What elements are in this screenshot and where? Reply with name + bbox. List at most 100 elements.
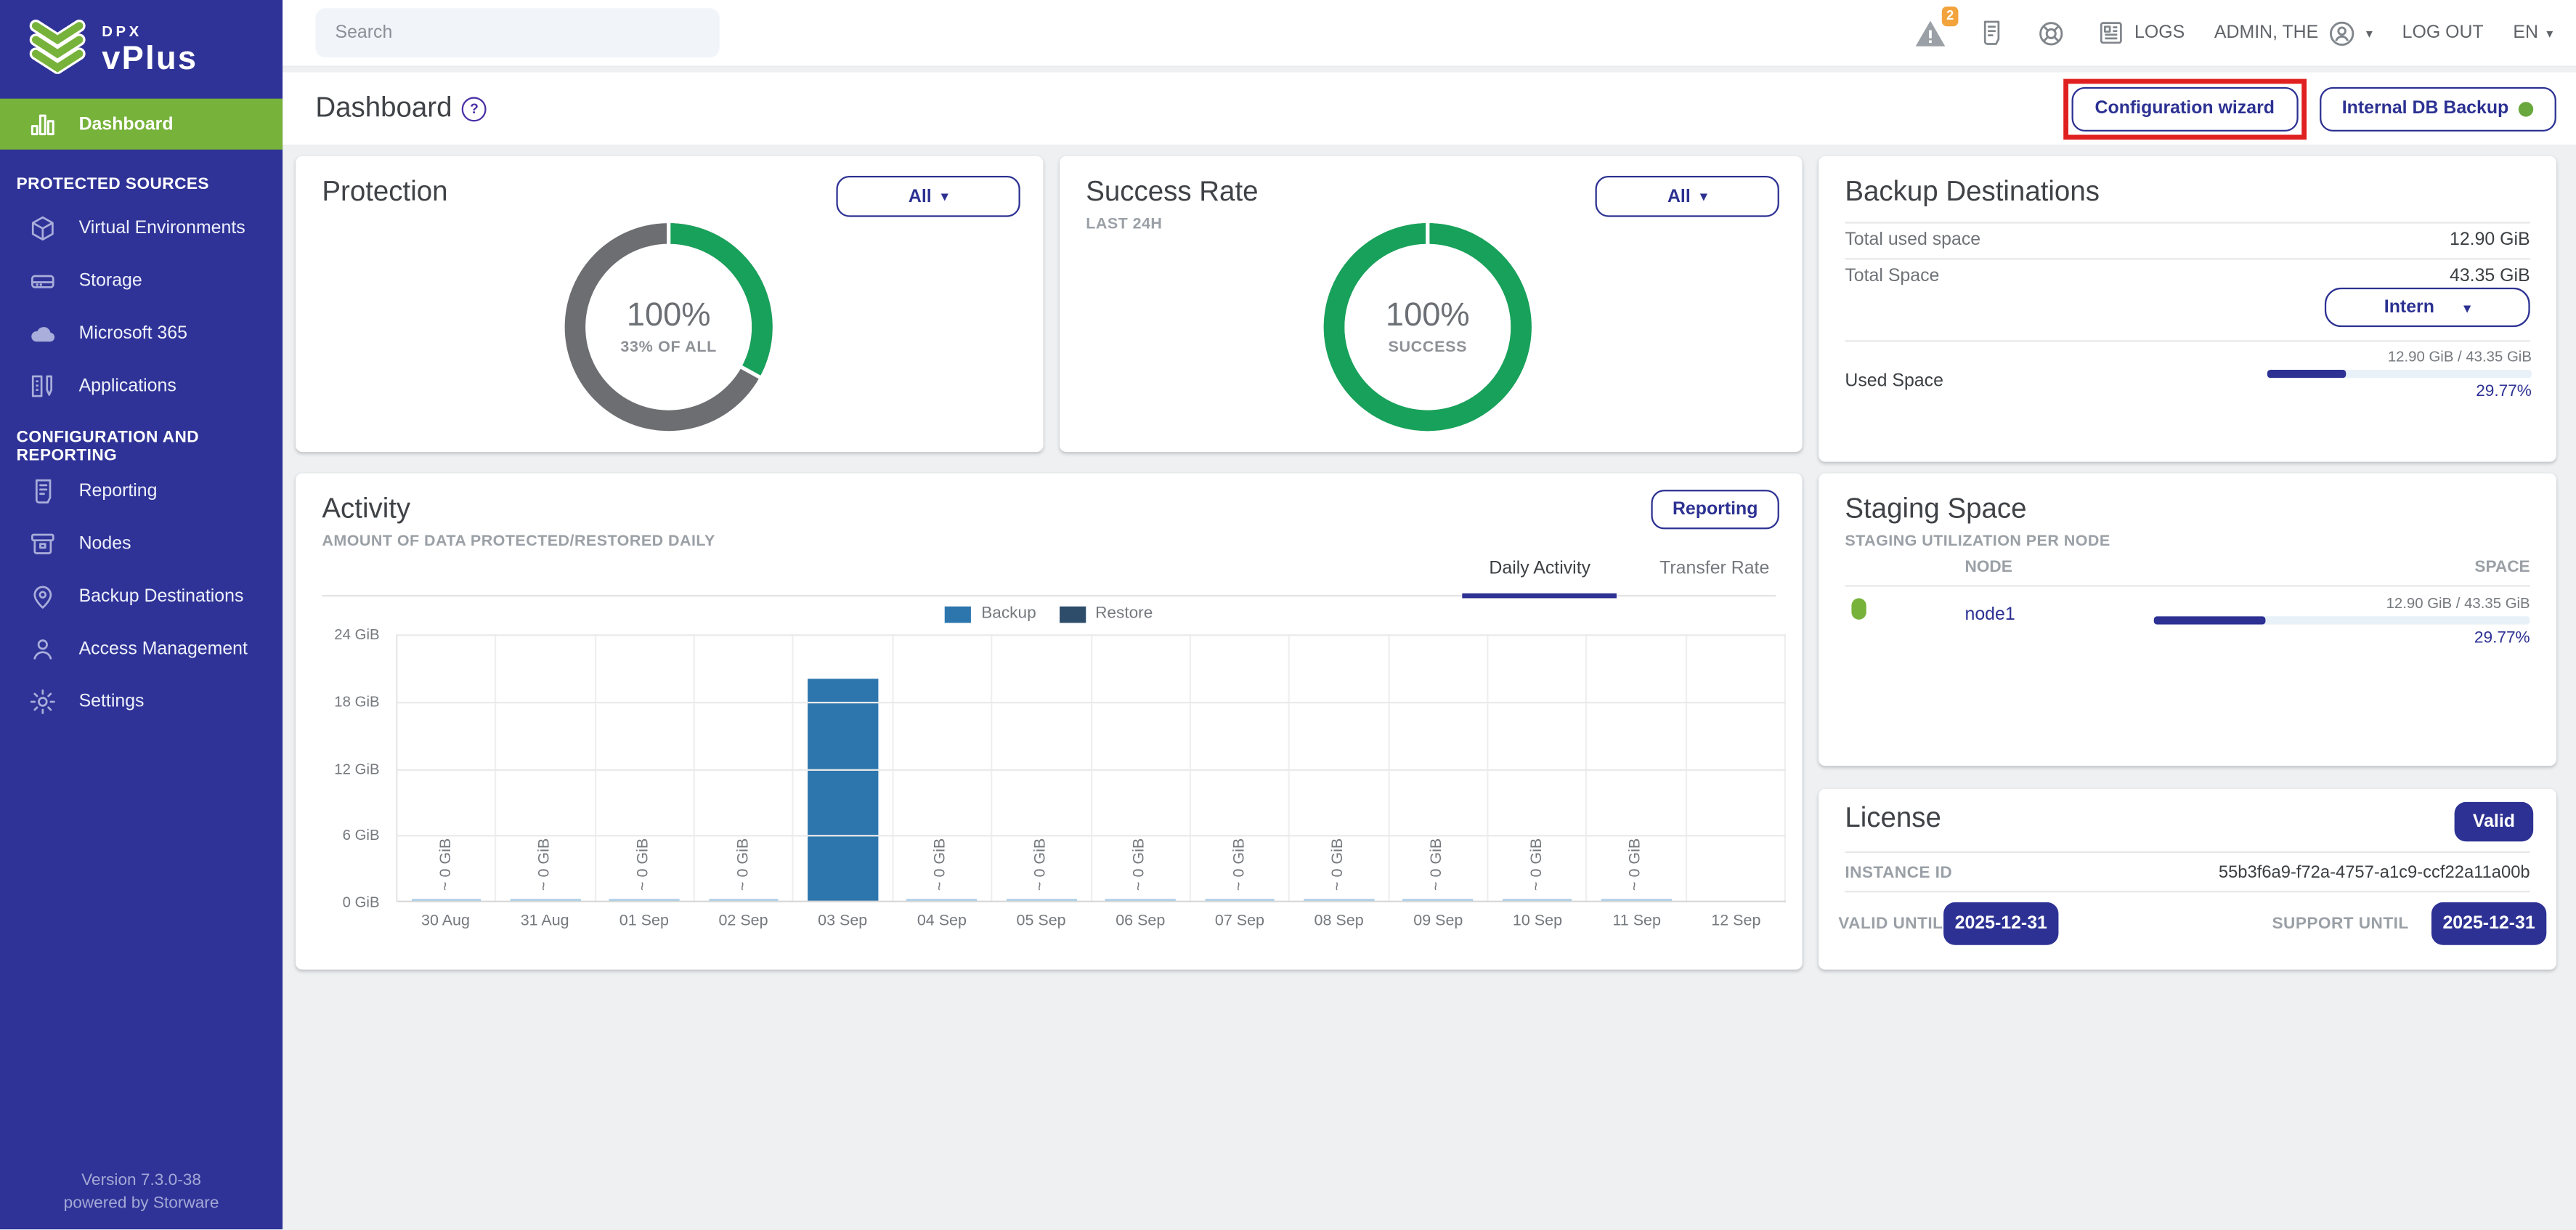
backup-swatch [945,606,971,623]
sidebar-item-access-management[interactable]: Access Management [0,623,283,675]
brand-logo[interactable]: DPX vPlus [0,0,283,99]
bar-value-label: ~ 0 GiB [933,838,951,891]
tab-transfer-rate[interactable]: Transfer Rate [1653,559,1776,595]
app-notes-icon [28,371,57,401]
sidebar: DPX vPlus DashboardPROTECTED SOURCESVirt… [0,0,283,1230]
y-tick: 0 GiB [314,894,379,911]
success-rate-donut-chart: 100% SUCCESS [1312,212,1543,442]
sidebar-item-storage[interactable]: Storage [0,255,283,307]
staging-space-subtitle: STAGING UTILIZATION PER NODE [1845,533,2110,551]
internal-db-backup-button[interactable]: Internal DB Backup [2319,86,2556,131]
sidebar-item-virtual-environments[interactable]: Virtual Environments [0,202,283,254]
newspaper-icon [2097,18,2126,48]
x-tick: 10 Sep [1488,912,1588,930]
page-header-buttons: Configuration wizard Internal DB Backup [2064,78,2556,139]
protection-card: Protection All ▾ 100% 33% OF ALL [296,156,1043,452]
caret-down-icon: ▾ [2366,25,2373,40]
success-rate-filter-select[interactable]: All ▾ [1596,176,1779,217]
x-tick: 01 Sep [595,912,694,930]
main-area: 2 LOGS [283,0,2576,1230]
activity-tabs: Daily Activity Transfer Rate [322,559,1776,596]
used-space-percent: 29.77% [2267,383,2532,401]
plot-area: ~ 0 GiB ~ 0 GiB ~ 0 GiB ~ 0 GiB ~ 0 GiB ~ 0 G… [396,634,1786,902]
tasks-button[interactable] [1977,18,2007,48]
topbar: 2 LOGS [283,0,2576,68]
bar-value-label: ~ 0 GiB [734,838,752,891]
user-icon [28,634,57,664]
restore-swatch [1059,606,1085,623]
success-rate-period: LAST 24H [1086,215,1162,233]
user-menu[interactable]: ADMIN, THE ▾ [2214,17,2373,49]
bar-value-label: ~ 0 GiB [635,838,653,891]
support-until-badge: 2025-12-31 [2431,902,2546,945]
protection-filter-select[interactable]: All ▾ [836,176,1020,217]
sidebar-item-nodes[interactable]: Nodes [0,518,283,570]
scroll-icon [1977,18,2007,48]
logout-button[interactable]: LOG OUT [2402,23,2484,43]
node-column-header: NODE [1964,559,2012,577]
configuration-wizard-button[interactable]: Configuration wizard [2072,86,2298,131]
sidebar-item-microsoft-365[interactable]: Microsoft 365 [0,307,283,360]
sidebar-item-reporting[interactable]: Reporting [0,465,283,517]
app-version: Version 7.3.0-38 [0,1171,283,1194]
destination-select[interactable]: Intern ▾ [2325,288,2530,327]
language-select[interactable]: EN ▾ [2513,23,2553,43]
x-tick: 08 Sep [1289,912,1389,930]
used-space-progressbar [2267,370,2532,378]
node-usage: 12.90 GiB / 43.35 GiB 29.77% [2154,595,2530,647]
node-link[interactable]: node1 [1964,604,2015,624]
divider [1845,222,2530,223]
page-help-icon[interactable]: ? [462,96,487,121]
avatar-icon [2327,17,2358,49]
backup-bar [808,679,878,902]
bar-value-label: ~ 0 GiB [1230,838,1248,891]
annotation-highlight-box: Configuration wizard [2064,78,2306,139]
help-button[interactable] [2036,17,2067,49]
divider [1845,851,2530,853]
alerts-count-badge: 2 [1941,7,1959,26]
protection-title: Protection [322,176,447,209]
divider [1845,585,2530,586]
sidebar-item-settings[interactable]: Settings [0,676,283,728]
node-space-percent: 29.77% [2154,629,2530,647]
x-axis: 30 Aug31 Aug01 Sep02 Sep03 Sep04 Sep05 S… [396,912,1786,930]
node-space-progressbar [2154,616,2530,624]
x-tick: 03 Sep [793,912,893,930]
success-rate-title: Success Rate [1086,176,1258,209]
archive-box-icon [28,529,57,559]
activity-card: Activity Reporting AMOUNT OF DATA PROTEC… [296,473,1802,969]
protection-donut-chart: 100% 33% OF ALL [553,212,784,442]
logs-button[interactable]: LOGS [2097,18,2185,48]
valid-until-label: VALID UNTIL [1838,915,1943,934]
bar-value-label: ~ 0 GiB [436,838,455,891]
x-tick: 09 Sep [1389,912,1488,930]
page-header: Dashboard ? Configuration wizard Interna… [283,73,2576,145]
reporting-button[interactable]: Reporting [1651,490,1779,529]
license-status-badge: Valid [2455,802,2534,841]
used-space-ratio: 12.90 GiB / 43.35 GiB [2267,349,2532,365]
sidebar-section-configuration-and-reporting: CONFIGURATION AND REPORTING [0,435,283,458]
topbar-actions: 2 LOGS [1914,17,2576,49]
map-pin-icon [28,582,57,612]
chart-legend: BackupRestore [296,604,1802,623]
sidebar-nav: DashboardPROTECTED SOURCESVirtual Enviro… [0,99,283,728]
legend-item-backup: Backup [945,604,1036,623]
x-tick: 04 Sep [893,912,992,930]
bar-value-label: ~ 0 GiB [1131,838,1149,891]
alerts-button[interactable]: 2 [1914,18,1947,48]
activity-subtitle: AMOUNT OF DATA PROTECTED/RESTORED DAILY [322,533,715,551]
instance-id-value: 55b3f6a9-f72a-4757-a1c9-ccf22a11a00b [2219,863,2530,883]
divider [1845,891,2530,892]
sidebar-item-backup-destinations[interactable]: Backup Destinations [0,570,283,623]
support-until-label: SUPPORT UNTIL [2272,915,2409,934]
sidebar-item-dashboard[interactable]: Dashboard [0,99,283,150]
app-window: DPX vPlus DashboardPROTECTED SOURCESVirt… [0,0,2576,1230]
bar-value-label: ~ 0 GiB [1428,838,1446,891]
powered-by: powered by Storware [0,1194,283,1217]
tab-daily-activity[interactable]: Daily Activity [1482,559,1597,595]
used-space-usage: 12.90 GiB / 43.35 GiB 29.77% [2267,349,2532,401]
search-input[interactable] [315,8,719,57]
sidebar-item-applications[interactable]: Applications [0,360,283,412]
valid-until-badge: 2025-12-31 [1943,902,2058,945]
x-tick: 31 Aug [495,912,595,930]
